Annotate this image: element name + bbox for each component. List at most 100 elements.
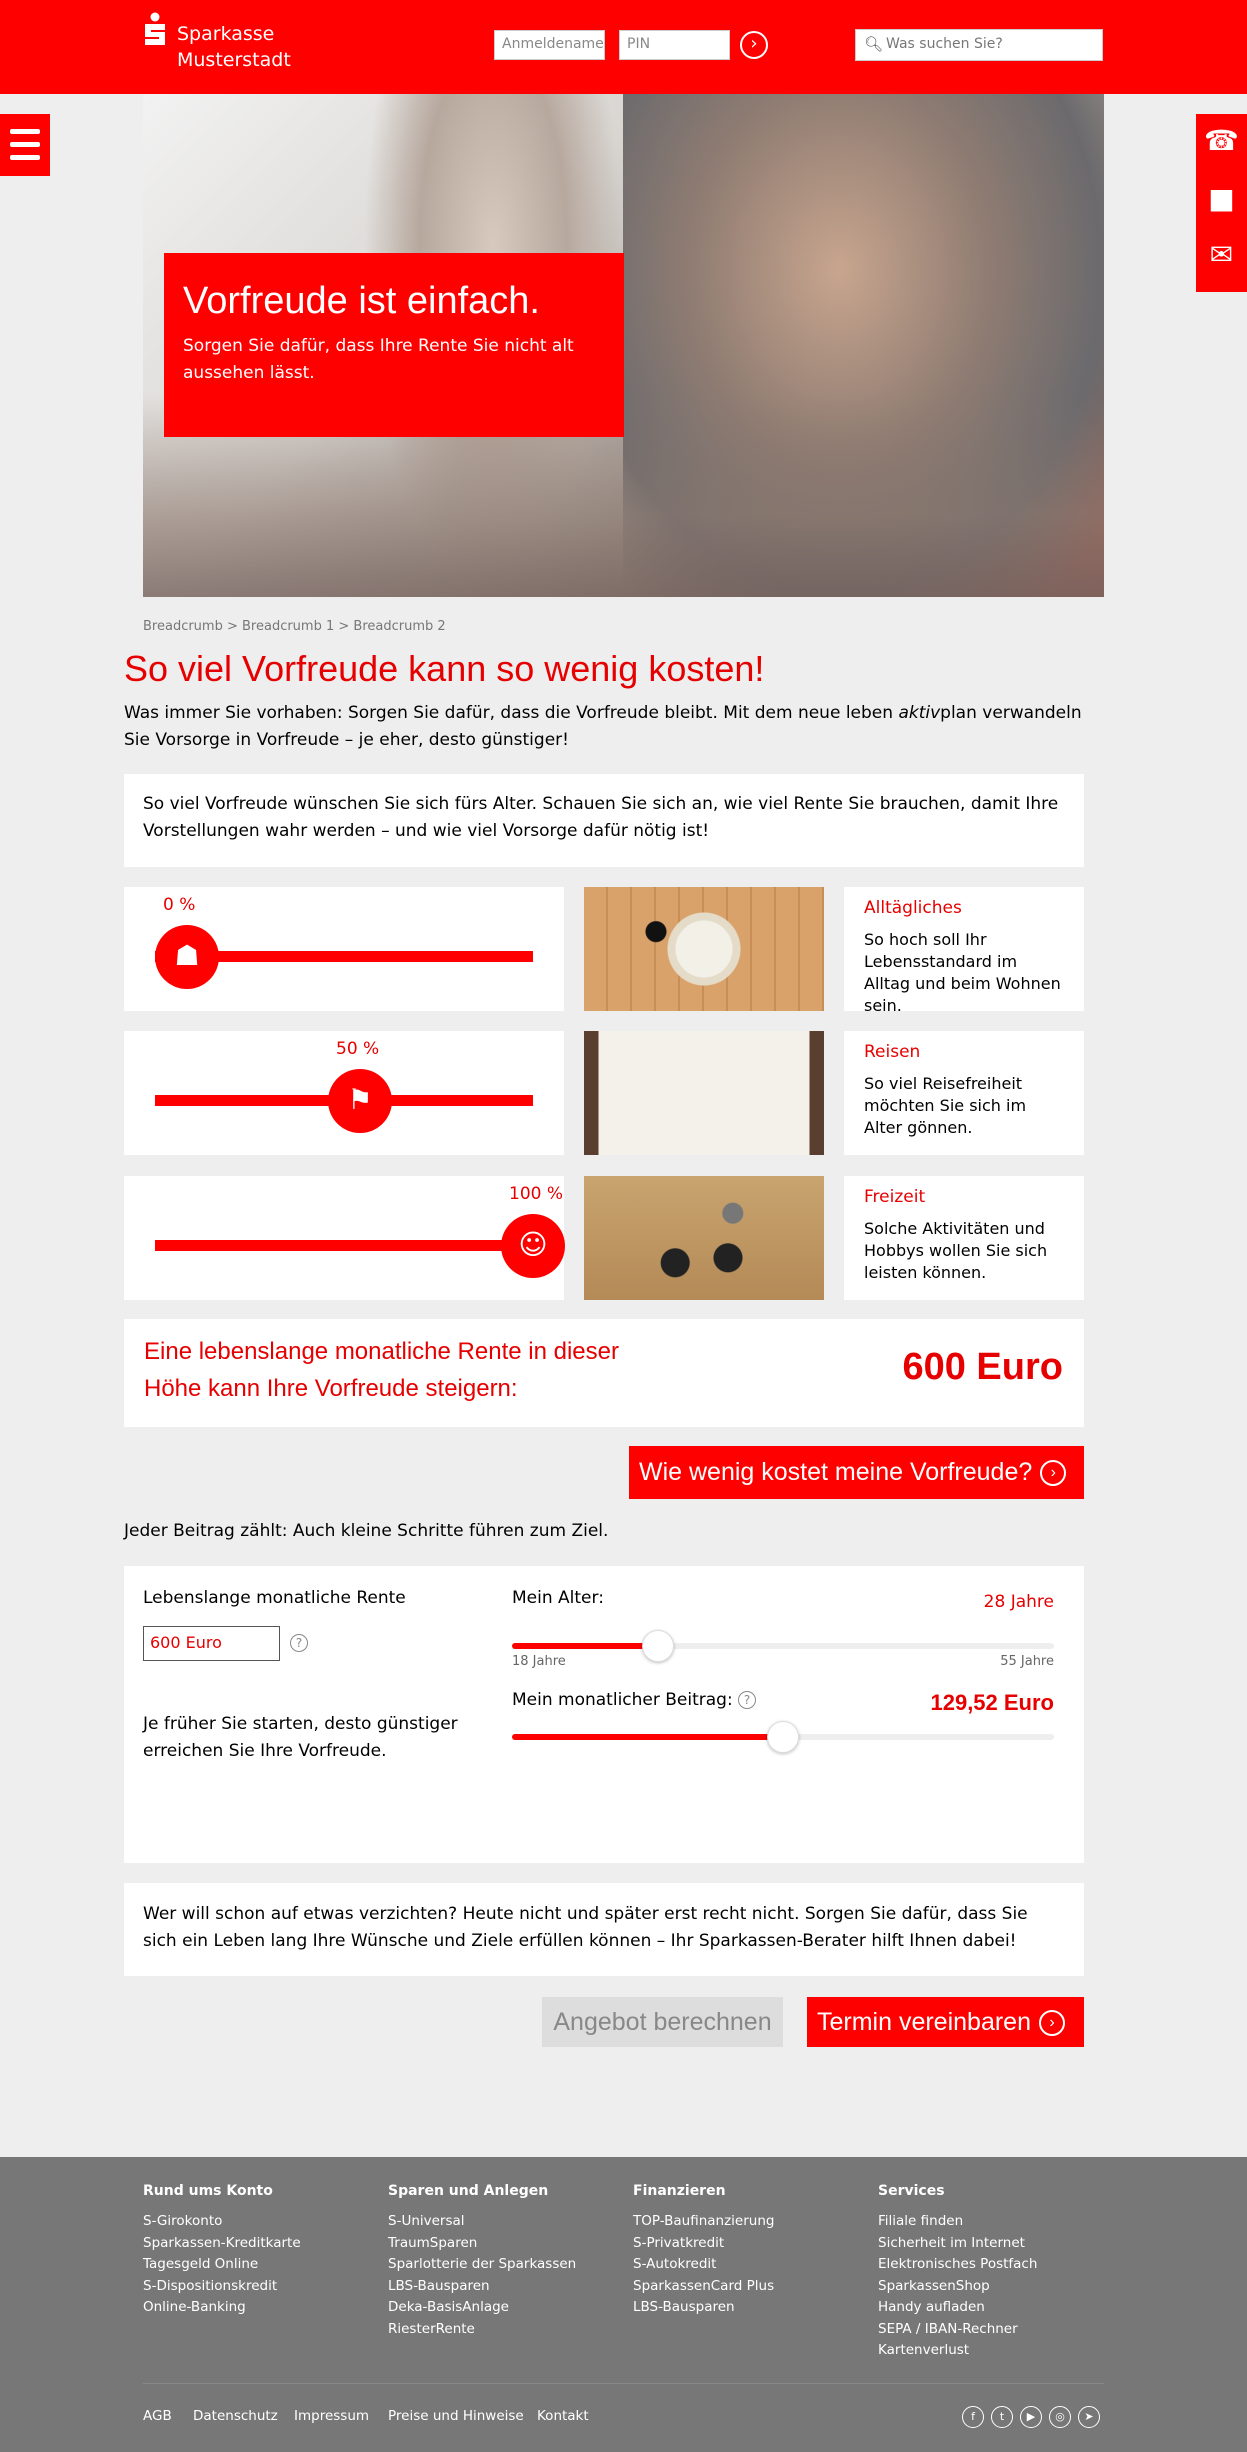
instagram-icon[interactable]: ◎︎ [1049,2406,1071,2428]
footer-link[interactable]: Deka-BasisAnlage [388,2297,628,2319]
footer-column-title: Finanzieren [633,2183,726,2199]
login-name-input[interactable]: Anmeldename [494,30,605,60]
arrow-right-icon: › [1040,1460,1067,1487]
deckchair-icon: ⚑︎ [347,1083,373,1116]
footer-link[interactable]: S-Dispositionskredit [143,2276,383,2298]
category-slider-handle[interactable]: ☗︎ [155,925,219,989]
chat-icon[interactable]: ■︎ [1196,182,1247,215]
twitter-icon[interactable]: t [991,2406,1013,2428]
category-slider-handle[interactable]: ☺︎ [501,1214,565,1278]
appointment-label: Termin vereinbaren [817,2008,1031,2036]
footer-link[interactable]: Filiale finden [878,2211,1118,2233]
advice-text: Wer will schon auf etwas verzichten? Heu… [143,1904,1028,1951]
site-header: Sparkasse Musterstadt Anmeldename PIN › … [0,0,1247,94]
menu-button[interactable] [0,114,50,176]
appointment-button[interactable]: Termin vereinbaren › [807,1997,1084,2047]
footer-link[interactable]: Tagesgeld Online [143,2254,383,2276]
help-icon[interactable]: ? [738,1691,757,1709]
category-slider-card: 0 % ☗︎ [124,887,564,1011]
beitrag-slider-handle[interactable] [767,1721,799,1753]
footer-link[interactable]: Sparlotterie der Sparkassen [388,2254,628,2276]
footer-bottom-link[interactable]: Datenschutz [193,2408,278,2424]
pin-input[interactable]: PIN [619,30,730,60]
rente-input[interactable]: 600 Euro [143,1626,280,1661]
age-label: Mein Alter: [512,1588,604,1608]
mortar-icon: ☗︎ [174,939,200,972]
category-photo [584,1031,824,1155]
footer-bottom-link[interactable]: AGB [143,2408,172,2424]
phone-icon[interactable]: ☎︎ [1196,124,1247,157]
youtube-icon[interactable]: ▶︎ [1020,2406,1042,2428]
telegram-icon[interactable]: ➤︎ [1078,2406,1100,2428]
login-submit-button[interactable]: › [740,31,768,59]
mail-icon[interactable]: ✉︎ [1196,238,1247,271]
beitrag-slider[interactable] [512,1721,1054,1753]
category-text: So hoch soll Ihr Lebensstandard im Allta… [864,930,1061,1015]
footer-column: Sparen und Anlegen S-Universal TraumSparen… [388,2183,628,2340]
result-box: Eine lebenslange monatliche Rente in die… [124,1319,1084,1427]
category-percent: 0 % [163,895,196,915]
category-slider-handle[interactable]: ⚑︎ [328,1069,392,1133]
footer-link[interactable]: S-Privatkredit [633,2233,873,2255]
footer-column-title: Sparen und Anlegen [388,2183,549,2199]
breadcrumb[interactable]: Breadcrumb > Breadcrumb 1 > Breadcrumb 2 [143,619,446,634]
result-text: Eine lebenslange monatliche Rente in die… [144,1333,619,1407]
footer-column: Rund ums Konto S-Girokonto Sparkassen-Kred… [143,2183,383,2319]
beitrag-label: Mein monatlicher Beitrag: [512,1690,733,1710]
search-placeholder: Was suchen Sie? [886,36,1003,52]
calculate-offer-button[interactable]: Angebot berechnen [542,1997,783,2047]
intro-emphasis: aktiv [898,703,941,723]
footer-link[interactable]: Elektronisches Postfach [878,2254,1118,2276]
footer-link[interactable]: TOP-Baufinanzierung [633,2211,873,2233]
age-slider-handle[interactable] [642,1630,675,1662]
footer-bottom-link[interactable]: Impressum [294,2408,369,2424]
footer-link[interactable]: RiesterRente [388,2319,628,2341]
footer-link[interactable]: Handy aufladen [878,2297,1118,2319]
page-title: So viel Vorfreude kann so wenig kosten! [124,648,765,689]
brand-name[interactable]: Sparkasse Musterstadt [177,21,291,73]
footer-link[interactable]: Sparkassen-Kreditkarte [143,2233,383,2255]
footer-link[interactable]: SparkassenCard Plus [633,2276,873,2298]
footer-link[interactable]: LBS-Bausparen [633,2297,873,2319]
footer-link[interactable]: Sicherheit im Internet [878,2233,1118,2255]
cost-button[interactable]: Wie wenig kostet meine Vorfreude? › [629,1446,1084,1499]
contact-sidebar: ☎︎ ■︎ ✉︎ [1196,114,1247,292]
cost-button-label: Wie wenig kostet meine Vorfreude? [639,1458,1033,1486]
footer-link[interactable]: S-Universal [388,2211,628,2233]
intro-text: Was immer Sie vorhaben: Sorgen Sie dafür… [124,700,1099,754]
footer-link[interactable]: TraumSparen [388,2233,628,2255]
search-input[interactable]: 🔍︎ Was suchen Sie? [855,29,1103,61]
beitrag-value: 129,52 Euro [930,1690,1054,1715]
age-slider[interactable] [512,1630,1054,1662]
category-text: Solche Aktivitäten und Hobbys wollen Sie… [864,1219,1048,1282]
category-slider-track[interactable] [155,1240,533,1251]
info-box-text: So viel Vorfreude wünschen Sie sich fürs… [143,794,1059,841]
search-icon: 🔍︎ [864,35,884,53]
hamburger-line [10,129,40,134]
hero-teaser: Vorfreude ist einfach. Sorgen Sie dafür,… [164,253,624,437]
footer-link[interactable]: SparkassenShop [878,2276,1118,2298]
footer-link[interactable]: Kartenverlust [878,2340,1118,2362]
footer-link[interactable]: S-Girokonto [143,2211,383,2233]
footer-link[interactable]: Online-Banking [143,2297,383,2319]
beitrag-slider-fill [512,1734,783,1740]
result-text-line-1: Eine lebenslange monatliche Rente in die… [144,1338,619,1365]
footer-column-title: Services [878,2183,945,2199]
rente-label: Lebenslange monatliche Rente [143,1588,406,1608]
info-box: So viel Vorfreude wünschen Sie sich fürs… [124,774,1084,867]
help-icon[interactable]: ? [290,1634,308,1652]
brand-line-2: Musterstadt [177,49,291,71]
footer-link[interactable]: S-Autokredit [633,2254,873,2276]
footer-bottom-link[interactable]: Preise und Hinweise [388,2408,524,2424]
category-title: Freizeit [864,1187,926,1207]
footer-link[interactable]: LBS-Bausparen [388,2276,628,2298]
footer-bottom-link[interactable]: Kontakt [537,2408,589,2424]
facebook-icon[interactable]: f [962,2406,984,2428]
category-title: Reisen [864,1042,921,1062]
footer-divider [143,2383,1104,2384]
rente-value: 600 Euro [150,1633,222,1652]
sparkasse-logo-icon[interactable] [143,12,167,46]
pin-placeholder: PIN [627,36,651,52]
category-photo [584,887,824,1011]
footer-link[interactable]: SEPA / IBAN-Rechner [878,2319,1118,2341]
